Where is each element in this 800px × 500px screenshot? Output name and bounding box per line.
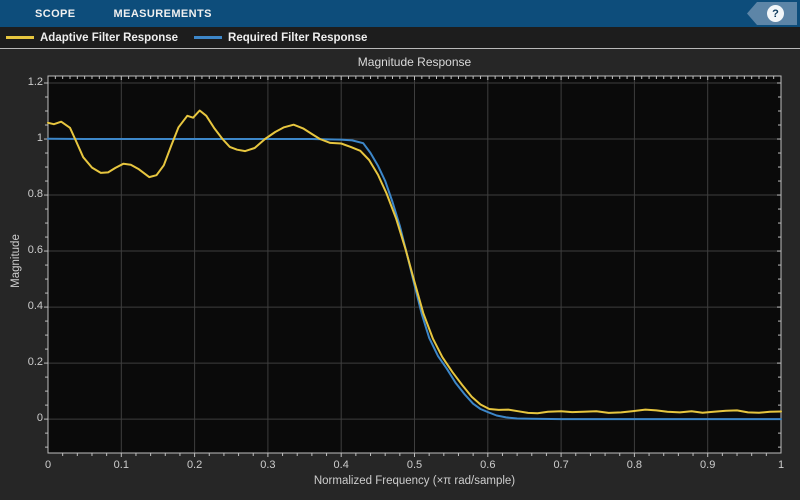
y-tick-label: 0.4 <box>27 300 43 313</box>
y-tick-label: 0.2 <box>27 356 43 369</box>
toolstrip: SCOPE MEASUREMENTS ? <box>0 0 800 27</box>
x-tick-label: 0.9 <box>700 459 716 471</box>
x-tick-label: 0.1 <box>113 459 129 471</box>
x-tick-label: 0.3 <box>260 459 276 471</box>
y-axis-label: Magnitude <box>10 234 22 288</box>
x-tick-label: 0.5 <box>406 459 423 471</box>
x-tick-label: 0.4 <box>333 459 349 471</box>
legend-label-required: Required Filter Response <box>228 31 368 44</box>
legend: Adaptive Filter Response Required Filter… <box>0 27 800 49</box>
x-tick-label: 0.8 <box>626 459 643 471</box>
legend-item-adaptive[interactable]: Adaptive Filter Response <box>6 32 178 44</box>
tab-measurements[interactable]: MEASUREMENTS <box>99 0 227 27</box>
y-tick-label: 1.2 <box>27 76 43 88</box>
required-line-swatch <box>194 36 223 39</box>
y-tick-label: 0.6 <box>27 244 43 257</box>
adaptive-line-swatch <box>6 36 34 39</box>
filter-scope-window: SCOPE MEASUREMENTS ? Adaptive Filter Res… <box>0 0 800 500</box>
y-tick-label: 0 <box>36 412 43 425</box>
tab-scope[interactable]: SCOPE <box>20 0 91 27</box>
x-tick-label: 0.2 <box>186 459 203 471</box>
x-axis-label: Normalized Frequency (×π rad/sample) <box>313 475 516 487</box>
legend-label-adaptive: Adaptive Filter Response <box>40 31 179 44</box>
magnitude-response-chart[interactable] <box>0 49 800 500</box>
y-tick-label: 1 <box>36 132 43 145</box>
x-tick-label: 1 <box>777 459 785 471</box>
y-tick-label: 0.8 <box>27 188 43 201</box>
x-tick-label: 0 <box>44 459 52 471</box>
legend-item-required[interactable]: Required Filter Response <box>194 32 367 44</box>
chart-title: Magnitude Response <box>357 55 472 69</box>
x-tick-label: 0.7 <box>553 459 569 471</box>
help-button[interactable]: ? <box>747 2 797 25</box>
x-tick-label: 0.6 <box>480 459 496 471</box>
help-icon: ? <box>767 5 784 22</box>
figure-area: Magnitude Response Magnitude Normalized … <box>0 49 800 500</box>
